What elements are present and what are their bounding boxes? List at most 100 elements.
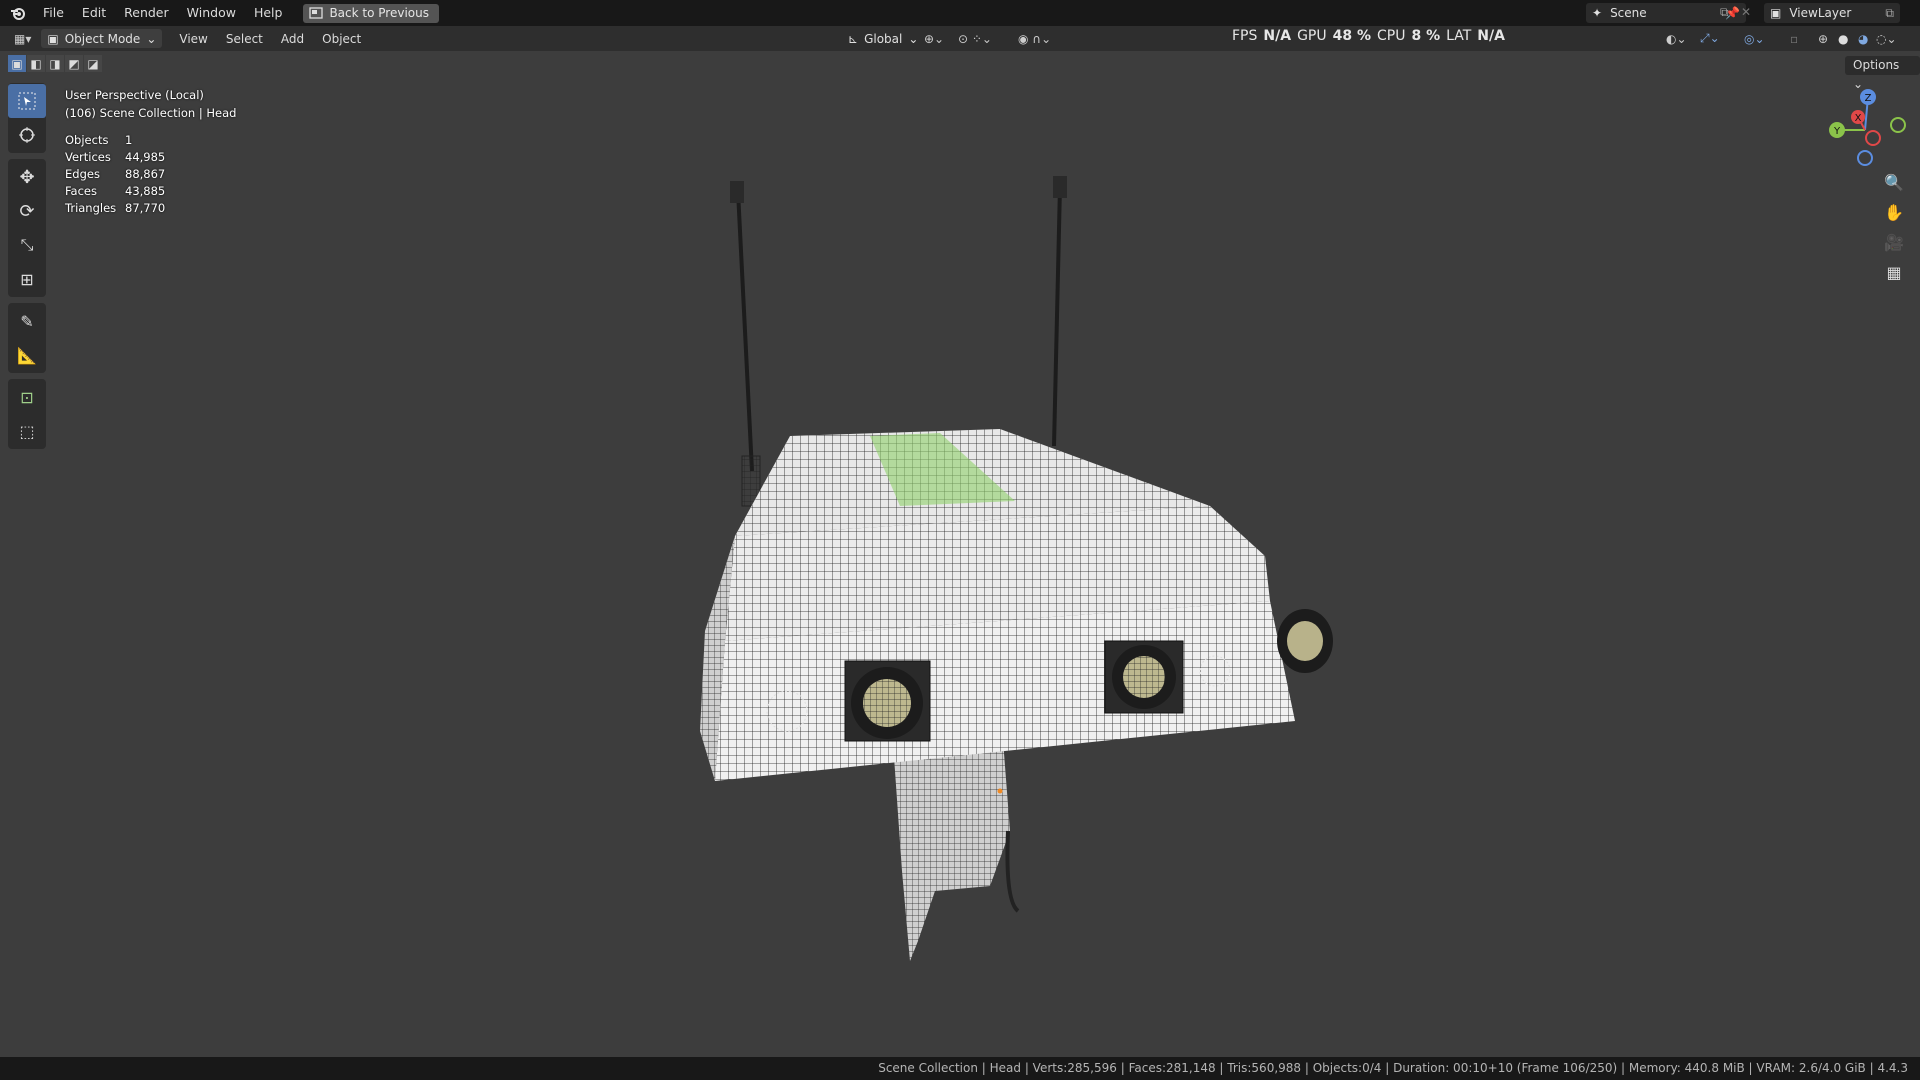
select-subtract-icon[interactable]: ◨ xyxy=(46,55,64,72)
stat-label: Triangles xyxy=(65,201,117,215)
stat-value: 1 xyxy=(125,133,133,147)
status-bar: Scene Collection | Head | Verts:285,596 … xyxy=(0,1057,1920,1080)
options-dropdown[interactable]: Options ⌄ xyxy=(1845,56,1920,91)
xray-icon[interactable]: ▫ xyxy=(1790,32,1798,46)
stat-row-objects: Objects 1 xyxy=(65,132,236,149)
editor-type-icon[interactable]: ▦▾ xyxy=(14,32,31,46)
stat-value: 44,985 xyxy=(125,150,166,164)
header-menu-view[interactable]: View xyxy=(170,32,216,46)
lat-label: LAT xyxy=(1446,28,1472,44)
hand-icon: ✋ xyxy=(1884,202,1904,222)
viewport-info-overlay: User Perspective (Local) (106) Scene Col… xyxy=(65,86,236,217)
viewlayer-selector[interactable]: ▣ ViewLayer ⧉ xyxy=(1764,3,1900,23)
move-tool[interactable]: ✥ xyxy=(8,160,46,194)
zoom-button[interactable]: 🔍 xyxy=(1880,168,1908,196)
menu-window[interactable]: Window xyxy=(178,0,245,26)
performance-stats: FPS N/A GPU 48 % CPU 8 % LAT N/A xyxy=(1232,26,1511,46)
add-cube-tool[interactable]: ⊡ xyxy=(8,380,46,414)
ortho-toggle-button[interactable]: ▦ xyxy=(1880,258,1908,286)
camera-view-button[interactable]: 🎥 xyxy=(1880,228,1908,256)
gizmo-y-label: Y xyxy=(1833,126,1841,137)
solid-shading-icon[interactable]: ● xyxy=(1838,32,1848,46)
pivot-icon[interactable]: ⊕⌄ xyxy=(924,32,944,46)
tool-group-annotate: ✎ 📐 xyxy=(8,303,46,373)
menu-render[interactable]: Render xyxy=(115,0,178,26)
add-object-tool[interactable]: ⬚ xyxy=(8,414,46,448)
gizmo-neg-y[interactable] xyxy=(1890,117,1906,133)
gizmo-toggle-icon[interactable]: ⤢⌄ xyxy=(1700,31,1720,46)
move-icon: ✥ xyxy=(19,166,35,188)
header-menu-select[interactable]: Select xyxy=(217,32,272,46)
stat-value: 88,867 xyxy=(125,167,166,181)
lat-value: N/A xyxy=(1477,28,1505,44)
select-invert-icon[interactable]: ◩ xyxy=(65,55,83,72)
stat-row-faces: Faces 43,885 xyxy=(65,183,236,200)
menu-help[interactable]: Help xyxy=(245,0,292,26)
orientation-dropdown[interactable]: ⊾ Global ⌄ xyxy=(842,29,924,48)
viewport-header: ▦▾ ▣ Object Mode ⌄ View Select Add Objec… xyxy=(0,26,1920,51)
header-menu-add[interactable]: Add xyxy=(272,32,313,46)
chevron-down-icon: ⌄ xyxy=(908,31,919,46)
menu-file[interactable]: File xyxy=(34,0,73,26)
options-label: Options xyxy=(1853,58,1900,72)
mode-dropdown[interactable]: ▣ Object Mode ⌄ xyxy=(41,29,163,48)
gizmo-neg-z[interactable] xyxy=(1857,150,1873,166)
select-extend-icon[interactable]: ◧ xyxy=(27,55,45,72)
scene-name: Scene xyxy=(1610,6,1647,20)
selection-mode-group: ▣ ◧ ◨ ◩ ◪ xyxy=(8,55,103,72)
navigation-gizmo[interactable]: Z Y X xyxy=(1820,85,1910,175)
select-box-tool[interactable] xyxy=(8,84,46,118)
material-shading-icon[interactable]: ◕ xyxy=(1858,32,1868,46)
pencil-icon: ✎ xyxy=(20,311,34,331)
cursor-crosshair-icon xyxy=(19,127,35,143)
cursor-tool[interactable] xyxy=(8,118,46,152)
visibility-icon[interactable]: ◐⌄ xyxy=(1666,32,1687,46)
select-intersect-icon[interactable]: ◪ xyxy=(84,55,102,72)
measure-tool[interactable]: 📐 xyxy=(8,338,46,372)
menu-edit[interactable]: Edit xyxy=(73,0,115,26)
3d-viewport[interactable] xyxy=(0,51,1920,1057)
rendered-shading-icon[interactable]: ◌⌄ xyxy=(1876,32,1897,46)
select-cursor-icon xyxy=(18,92,36,110)
stat-row-edges: Edges 88,867 xyxy=(65,166,236,183)
proportional-edit-icon[interactable]: ◉ ∩⌄ xyxy=(1018,32,1051,46)
cube-icon: ⬚ xyxy=(19,421,35,441)
back-to-previous-button[interactable]: Back to Previous xyxy=(303,3,439,23)
delete-scene-icon[interactable]: ✕ xyxy=(1741,5,1751,19)
tool-group-add: ⊡ ⬚ xyxy=(8,379,46,449)
wireframe-shading-icon[interactable]: ⊕ xyxy=(1818,32,1828,46)
robot-head-wireframe xyxy=(700,176,1333,961)
gizmo-z-label: Z xyxy=(1865,93,1872,104)
rotate-icon: ⟳ xyxy=(19,200,35,222)
header-menu-object[interactable]: Object xyxy=(313,32,370,46)
new-viewlayer-icon[interactable]: ⧉ xyxy=(1885,6,1894,21)
select-new-icon[interactable]: ▣ xyxy=(8,55,26,72)
overlay-toggle-icon[interactable]: ◎⌄ xyxy=(1744,32,1765,46)
camera-icon: 🎥 xyxy=(1884,232,1904,252)
gizmo-x-label: X xyxy=(1855,113,1862,124)
tool-group-transform: ✥ ⟳ ⤡ ⊞ xyxy=(8,159,46,297)
stat-value: 43,885 xyxy=(125,184,166,198)
scene-icon: ✦ xyxy=(1592,6,1603,20)
zoom-icon: 🔍 xyxy=(1884,172,1904,192)
snap-icon[interactable]: ⊙ ⁘⌄ xyxy=(958,32,992,46)
chevron-down-icon: ⌄ xyxy=(146,31,157,46)
new-scene-icon[interactable]: ⧉ xyxy=(1720,5,1729,20)
fps-value: N/A xyxy=(1263,28,1292,44)
transform-tool[interactable]: ⊞ xyxy=(8,262,46,296)
gpu-value: 48 % xyxy=(1332,28,1371,44)
rotate-tool[interactable]: ⟳ xyxy=(8,194,46,228)
mode-label: Object Mode xyxy=(64,31,141,46)
add-cube-icon: ⊡ xyxy=(20,387,34,407)
scale-tool[interactable]: ⤡ xyxy=(8,228,46,262)
viewlayer-name: ViewLayer xyxy=(1789,6,1852,20)
stat-value: 87,770 xyxy=(125,201,166,215)
stat-label: Faces xyxy=(65,184,97,198)
transform-icon: ⊞ xyxy=(20,269,34,289)
blender-logo-icon[interactable] xyxy=(10,5,26,21)
pan-button[interactable]: ✋ xyxy=(1880,198,1908,226)
gizmo-neg-x[interactable] xyxy=(1865,130,1881,146)
top-menubar: File Edit Render Window Help Back to Pre… xyxy=(0,0,1920,26)
orientation-label: Global xyxy=(864,31,903,46)
annotate-tool[interactable]: ✎ xyxy=(8,304,46,338)
